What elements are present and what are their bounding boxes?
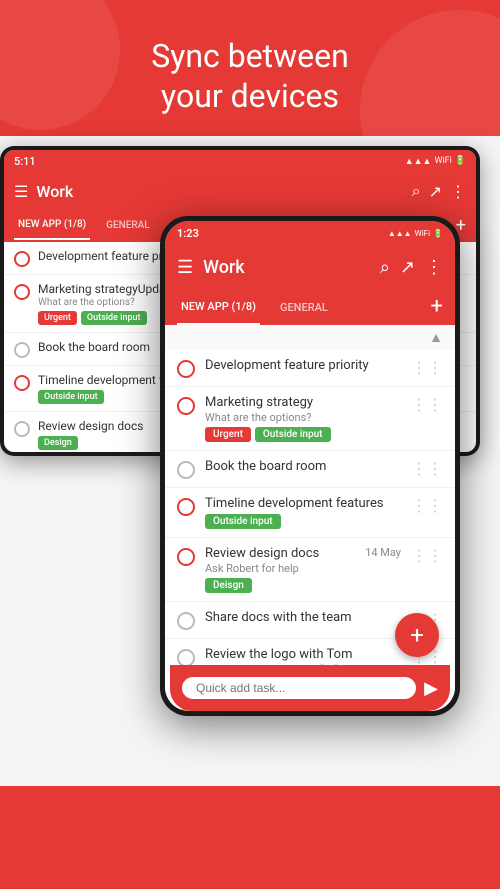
tablet-battery-icon: 🔋 (455, 156, 466, 166)
phone-section-collapse-top: ▲ (165, 325, 455, 350)
phone-quick-add-bar: ▶ (170, 665, 450, 711)
phone-task-2-content: Marketing strategy What are the options?… (205, 395, 401, 442)
tablet-tab-newapp[interactable]: NEW APP (1/8) (14, 210, 90, 240)
phone-task-6-title: Share docs with the team (205, 610, 401, 625)
phone-badge-urgent: Urgent (205, 427, 251, 442)
phone-status-icons: ▲▲▲ WiFi 🔋 (388, 229, 443, 238)
hero-title: Sync between your devices (20, 36, 480, 116)
phone-badge-outside-2: Outside input (205, 514, 281, 529)
phone-fab-button[interactable]: + (395, 613, 439, 657)
tablet-badge-outside: Outside input (81, 311, 147, 325)
phone-task-2-badges: Urgent Outside input (205, 427, 401, 442)
phone-screen: 1:23 ▲▲▲ WiFi 🔋 ☰ Work ⌕ ↗ ⋮ NEW APP (1/… (165, 221, 455, 711)
phone-task-1-drag: ⋮⋮ (411, 358, 443, 377)
phone-task-3-title: Book the board room (205, 459, 401, 474)
phone-task-3-drag: ⋮⋮ (411, 459, 443, 478)
phone-badge-design: Deisgn (205, 578, 252, 593)
tablet-badge-outside-2: Outside input (38, 390, 104, 404)
phone-task-2-drag: ⋮⋮ (411, 395, 443, 414)
phone-task-6-content: Share docs with the team (205, 610, 401, 625)
phone-task-7-title: Review the logo with Tom (205, 647, 401, 662)
phone-frame: 1:23 ▲▲▲ WiFi 🔋 ☰ Work ⌕ ↗ ⋮ NEW APP (1/… (160, 216, 460, 716)
hero-section: Sync between your devices (0, 0, 500, 136)
tablet-search-icon[interactable]: ⌕ (412, 181, 421, 201)
phone-send-icon[interactable]: ▶ (424, 678, 438, 699)
phone-more-icon[interactable]: ⋮ (425, 257, 443, 278)
phone-search-icon[interactable]: ⌕ (380, 257, 390, 278)
list-item: Book the board room ⋮⋮ (165, 451, 455, 488)
tablet-time: 5:11 (14, 155, 36, 168)
tablet-more-icon[interactable]: ⋮ (450, 182, 466, 201)
list-item: Marketing strategy What are the options?… (165, 387, 455, 451)
list-item: Development feature priority ⋮⋮ (165, 350, 455, 387)
phone-task-2-title: Marketing strategy (205, 395, 401, 410)
phone-task-3-checkbox[interactable] (177, 461, 195, 479)
phone-task-4-title: Timeline development features (205, 496, 401, 511)
phone-task-4-drag: ⋮⋮ (411, 496, 443, 515)
phone-tab-general[interactable]: GENERAL (276, 289, 332, 325)
phone-task-2-subtitle: What are the options? (205, 411, 401, 424)
phone-task-4-content: Timeline development features Outside in… (205, 496, 401, 529)
tablet-toolbar: ☰ Work ⌕ ↗ ⋮ (4, 172, 476, 210)
tablet-badge-design: Design (38, 436, 78, 450)
phone-battery-icon: 🔋 (433, 229, 443, 238)
phone-task-6-checkbox[interactable] (177, 612, 195, 630)
tablet-status-icons: ▲▲▲ WiFi 🔋 (405, 156, 466, 167)
phone-task-1-checkbox[interactable] (177, 360, 195, 378)
tablet-task-4-checkbox[interactable] (14, 375, 30, 391)
phone-signal-icon: ▲▲▲ (388, 229, 412, 238)
phone-tab-newapp[interactable]: NEW APP (1/8) (177, 289, 260, 325)
phone-task-4-checkbox[interactable] (177, 498, 195, 516)
phone-app-title: Work (203, 257, 370, 278)
phone-menu-icon[interactable]: ☰ (177, 257, 193, 278)
tablet-tab-general[interactable]: GENERAL (102, 210, 154, 240)
tablet-task-2-checkbox[interactable] (14, 284, 30, 300)
phone-status-bar: 1:23 ▲▲▲ WiFi 🔋 (165, 221, 455, 245)
phone-share-icon[interactable]: ↗ (400, 257, 415, 278)
phone-collapse-arrow-top[interactable]: ▲ (429, 329, 443, 346)
phone-toolbar: ☰ Work ⌕ ↗ ⋮ (165, 245, 455, 289)
phone-time: 1:23 (177, 227, 199, 240)
phone-task-5-date: 14 May (365, 546, 401, 559)
phone-task-5-checkbox[interactable] (177, 548, 195, 566)
phone-task-5-title: Review design docs (205, 546, 319, 561)
list-item: Review design docs Ask Robert for help D… (165, 538, 455, 602)
list-item: Timeline development features Outside in… (165, 488, 455, 538)
phone-quick-add-input[interactable] (182, 677, 416, 699)
phone-task-2-checkbox[interactable] (177, 397, 195, 415)
phone-task-4-badges: Outside input (205, 514, 401, 529)
tablet-task-1-checkbox[interactable] (14, 251, 30, 267)
device-area: 5:11 ▲▲▲ WiFi 🔋 ☰ Work ⌕ ↗ ⋮ NEW APP (1/… (0, 136, 500, 786)
phone-task-1-title: Development feature priority (205, 358, 401, 373)
tablet-task-3-checkbox[interactable] (14, 342, 30, 358)
tablet-task-5-checkbox[interactable] (14, 421, 30, 437)
phone-add-tab-button[interactable]: + (431, 296, 443, 318)
tablet-wifi-icon: WiFi (434, 156, 451, 166)
tablet-badge-urgent: Urgent (38, 311, 77, 325)
phone-tabs: NEW APP (1/8) GENERAL + (165, 289, 455, 325)
phone-badge-outside: Outside input (255, 427, 331, 442)
phone-task-3-content: Book the board room (205, 459, 401, 474)
phone-task-5-badges: Deisgn (205, 578, 319, 593)
phone-wifi-icon: WiFi (415, 229, 430, 238)
tablet-share-icon[interactable]: ↗ (429, 182, 442, 201)
tablet-signal-icon: ▲▲▲ (405, 156, 432, 167)
tablet-status-bar: 5:11 ▲▲▲ WiFi 🔋 (4, 150, 476, 172)
phone-task-5-drag: ⋮⋮ (411, 546, 443, 565)
tablet-menu-icon[interactable]: ☰ (14, 182, 28, 201)
phone-task-5-subtitle: Ask Robert for help (205, 562, 319, 575)
phone-task-1-content: Development feature priority (205, 358, 401, 373)
phone-task-5-content: Review design docs Ask Robert for help D… (205, 546, 401, 593)
tablet-app-title: Work (36, 182, 403, 201)
